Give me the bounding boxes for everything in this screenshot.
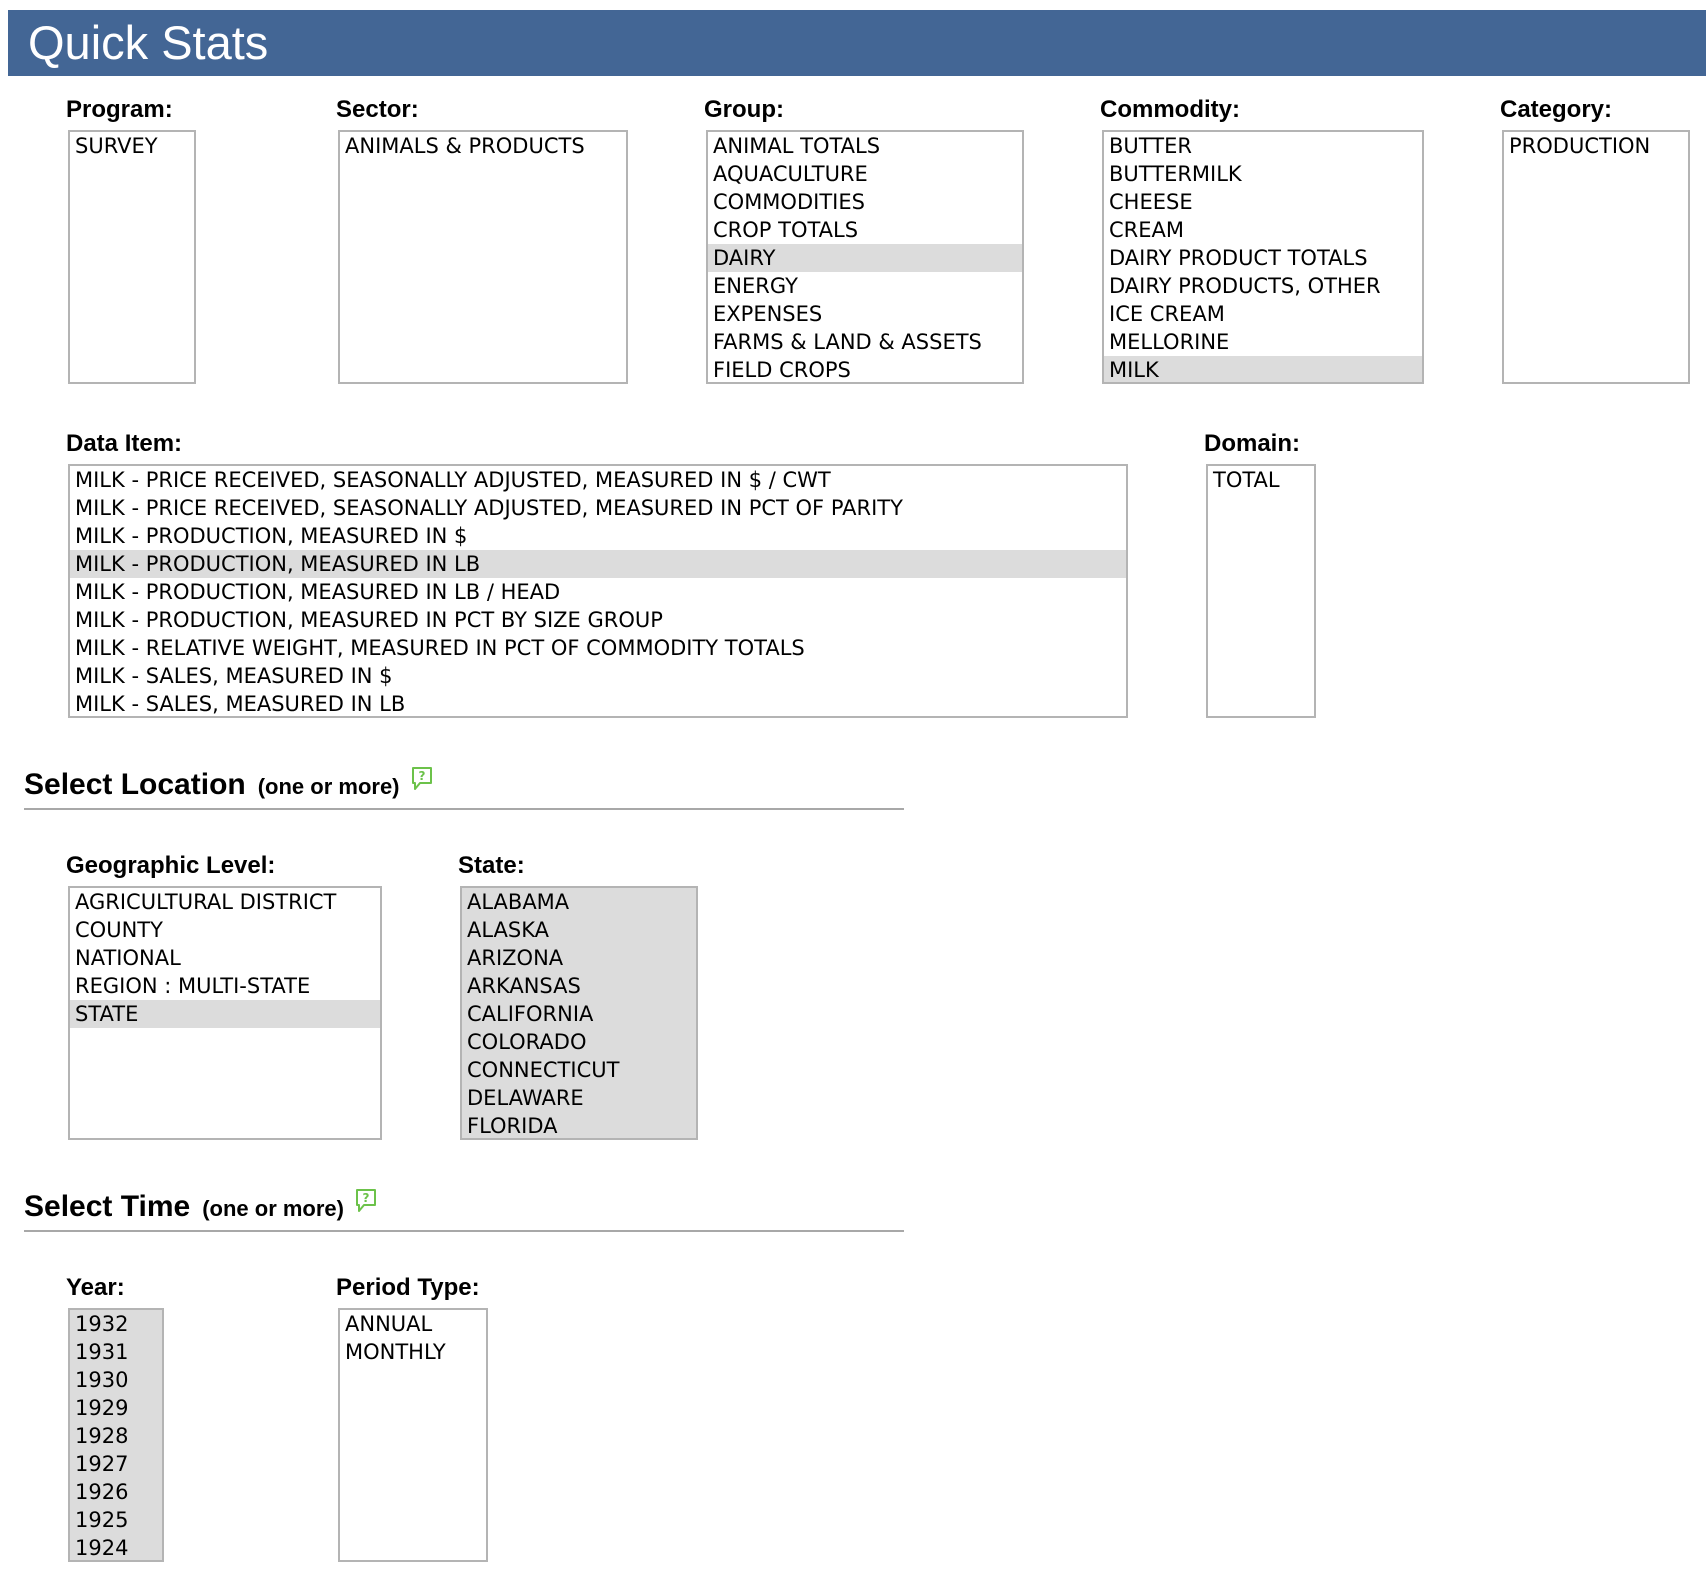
data-item-option[interactable]: MILK - PRODUCTION, MEASURED IN LB / HEAD <box>70 578 1126 606</box>
help-speech-bubble-icon[interactable]: ? <box>354 1188 378 1214</box>
year-option[interactable]: 1932 <box>70 1310 162 1338</box>
data-item-option[interactable]: MILK - RELATIVE WEIGHT, MEASURED IN PCT … <box>70 634 1126 662</box>
group-option[interactable]: ENERGY <box>708 272 1022 300</box>
group-option[interactable]: COMMODITIES <box>708 188 1022 216</box>
state-option[interactable]: DELAWARE <box>462 1084 696 1112</box>
location-divider <box>24 808 904 810</box>
quick-stats-page: Quick Stats Program: Sector: Group: Comm… <box>0 0 1706 1584</box>
help-speech-bubble-icon[interactable]: ? <box>410 766 434 792</box>
domain-label: Domain: <box>1204 430 1300 457</box>
year-option[interactable]: 1925 <box>70 1506 162 1534</box>
data-item-option[interactable]: MILK - SALES, MEASURED IN LB <box>70 690 1126 716</box>
program-listbox[interactable]: SURVEY <box>68 130 196 384</box>
data-item-option[interactable]: MILK - PRICE RECEIVED, SEASONALLY ADJUST… <box>70 494 1126 522</box>
state-option[interactable]: ARKANSAS <box>462 972 696 1000</box>
state-option[interactable]: ALABAMA <box>462 888 696 916</box>
state-option[interactable]: FLORIDA <box>462 1112 696 1138</box>
data-item-option[interactable]: MILK - PRODUCTION, MEASURED IN $ <box>70 522 1126 550</box>
data-item-label: Data Item: <box>66 430 183 457</box>
state-option[interactable]: ARIZONA <box>462 944 696 972</box>
program-option[interactable]: SURVEY <box>70 132 194 160</box>
state-label: State: <box>458 852 525 879</box>
group-listbox[interactable]: ANIMAL TOTALS AQUACULTURE COMMODITIES CROP … <box>706 130 1024 384</box>
domain-listbox[interactable]: TOTAL <box>1206 464 1316 718</box>
commodity-option[interactable]: DAIRY PRODUCT TOTALS <box>1104 244 1422 272</box>
sector-label: Sector: <box>336 96 419 123</box>
group-option[interactable]: EXPENSES <box>708 300 1022 328</box>
category-option[interactable]: PRODUCTION <box>1504 132 1688 160</box>
commodity-option[interactable]: CHEESE <box>1104 188 1422 216</box>
year-option[interactable]: 1926 <box>70 1478 162 1506</box>
commodity-option[interactable]: BUTTERMILK <box>1104 160 1422 188</box>
select-time-heading: Select Time (one or more) ? <box>24 1188 378 1226</box>
select-location-heading: Select Location (one or more) ? <box>24 766 434 804</box>
state-option[interactable]: ALASKA <box>462 916 696 944</box>
data-item-option[interactable]: MILK - PRICE RECEIVED, SEASONALLY ADJUST… <box>70 466 1126 494</box>
data-item-option[interactable]: MILK - SALES, MEASURED IN $ <box>70 662 1126 690</box>
commodity-option[interactable]: CREAM <box>1104 216 1422 244</box>
period-type-option[interactable]: MONTHLY <box>340 1338 486 1366</box>
year-option[interactable]: 1929 <box>70 1394 162 1422</box>
group-option[interactable]: ANIMAL TOTALS <box>708 132 1022 160</box>
geo-level-label: Geographic Level: <box>66 852 276 879</box>
group-option[interactable]: AQUACULTURE <box>708 160 1022 188</box>
category-label: Category: <box>1500 96 1613 123</box>
sector-listbox[interactable]: ANIMALS & PRODUCTS <box>338 130 628 384</box>
year-option[interactable]: 1924 <box>70 1534 162 1560</box>
period-type-option[interactable]: ANNUAL <box>340 1310 486 1338</box>
category-listbox[interactable]: PRODUCTION <box>1502 130 1690 384</box>
commodity-option[interactable]: MELLORINE <box>1104 328 1422 356</box>
geo-level-option[interactable]: REGION : MULTI-STATE <box>70 972 380 1000</box>
period-type-label: Period Type: <box>336 1274 480 1301</box>
header-bar: Quick Stats <box>8 10 1706 76</box>
state-listbox[interactable]: ALABAMA ALASKA ARIZONA ARKANSAS CALIFORNIA CO… <box>460 886 698 1140</box>
commodity-option[interactable]: ICE CREAM <box>1104 300 1422 328</box>
geo-level-option[interactable]: NATIONAL <box>70 944 380 972</box>
data-item-option[interactable]: MILK - PRODUCTION, MEASURED IN LB <box>70 550 1126 578</box>
select-time-title: Select Time <box>24 1190 191 1223</box>
select-time-subtitle: (one or more) <box>202 1196 344 1221</box>
domain-option[interactable]: TOTAL <box>1208 466 1314 494</box>
data-item-listbox[interactable]: MILK - PRICE RECEIVED, SEASONALLY ADJUST… <box>68 464 1128 718</box>
year-option[interactable]: 1928 <box>70 1422 162 1450</box>
program-label: Program: <box>66 96 173 123</box>
group-option[interactable]: FARMS & LAND & ASSETS <box>708 328 1022 356</box>
geo-level-option[interactable]: STATE <box>70 1000 380 1028</box>
geo-level-option[interactable]: COUNTY <box>70 916 380 944</box>
year-option[interactable]: 1930 <box>70 1366 162 1394</box>
commodity-option[interactable]: DAIRY PRODUCTS, OTHER <box>1104 272 1422 300</box>
sector-option[interactable]: ANIMALS & PRODUCTS <box>340 132 626 160</box>
commodity-option[interactable]: BUTTER <box>1104 132 1422 160</box>
commodity-listbox[interactable]: BUTTER BUTTERMILK CHEESE CREAM DAIRY PRODUCT… <box>1102 130 1424 384</box>
state-option[interactable]: COLORADO <box>462 1028 696 1056</box>
year-label: Year: <box>66 1274 125 1301</box>
group-option[interactable]: DAIRY <box>708 244 1022 272</box>
commodity-label: Commodity: <box>1100 96 1240 123</box>
group-option[interactable]: CROP TOTALS <box>708 216 1022 244</box>
select-location-subtitle: (one or more) <box>257 774 400 799</box>
year-listbox[interactable]: 1932 1931 1930 1929 1928 1927 1926 1925 1924 <box>68 1308 164 1562</box>
data-item-option[interactable]: MILK - PRODUCTION, MEASURED IN PCT BY SI… <box>70 606 1126 634</box>
year-option[interactable]: 1927 <box>70 1450 162 1478</box>
year-option[interactable]: 1931 <box>70 1338 162 1366</box>
page-title: Quick Stats <box>28 16 269 69</box>
svg-text:?: ? <box>418 769 425 783</box>
state-option[interactable]: CONNECTICUT <box>462 1056 696 1084</box>
period-type-listbox[interactable]: ANNUAL MONTHLY <box>338 1308 488 1562</box>
time-divider <box>24 1230 904 1232</box>
select-location-title: Select Location <box>24 768 246 801</box>
svg-text:?: ? <box>363 1191 370 1205</box>
geo-level-listbox[interactable]: AGRICULTURAL DISTRICT COUNTY NATIONAL REGIO… <box>68 886 382 1140</box>
group-label: Group: <box>704 96 784 123</box>
geo-level-option[interactable]: AGRICULTURAL DISTRICT <box>70 888 380 916</box>
state-option[interactable]: CALIFORNIA <box>462 1000 696 1028</box>
group-option[interactable]: FIELD CROPS <box>708 356 1022 382</box>
commodity-option[interactable]: MILK <box>1104 356 1422 382</box>
